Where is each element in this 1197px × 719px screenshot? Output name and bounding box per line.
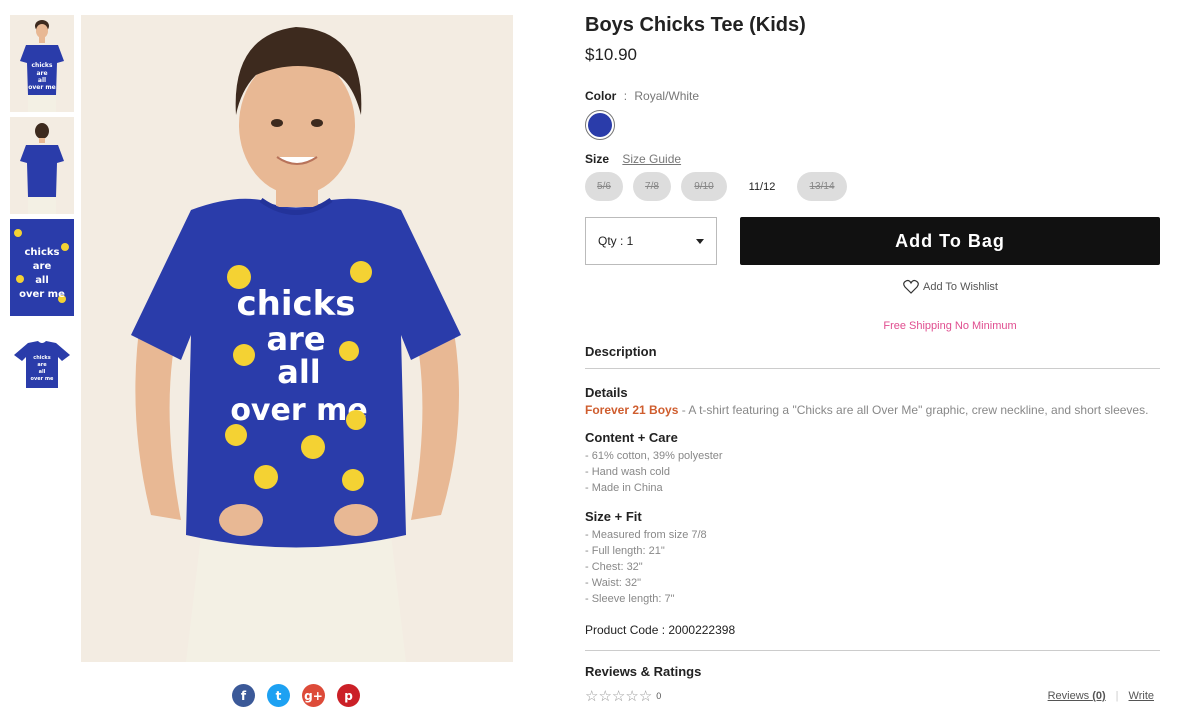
product-price: $10.90 (585, 45, 637, 64)
svg-text:chicks: chicks (33, 355, 51, 361)
star-icon: ☆ (598, 688, 612, 705)
details-title: Details (585, 385, 628, 400)
swatch-fill (588, 113, 612, 137)
details-text: Forever 21 Boys - A t-shirt featuring a … (585, 403, 1160, 417)
color-label: Color (585, 89, 617, 103)
svg-text:all: all (39, 369, 46, 375)
quantity-select[interactable]: Qty : 1 (585, 217, 717, 265)
color-selector: Color : Royal/White (585, 89, 1160, 140)
star-icon: ☆ (638, 688, 653, 705)
svg-text:over me: over me (19, 289, 65, 300)
star-icon: ☆ (611, 688, 626, 705)
quantity-label: Qty : 1 (598, 234, 634, 248)
purchase-row: Qty : 1 Add To Bag (585, 217, 1160, 265)
size-guide-link[interactable]: Size Guide (622, 152, 681, 166)
star-icon: ☆ (585, 688, 599, 705)
thumbnail-flat-lay[interactable]: chicks are all over me (10, 333, 74, 393)
size-option-9-10[interactable]: 9/10 (681, 172, 727, 201)
pinterest-icon[interactable]: p (337, 684, 360, 707)
size-fit-title: Size + Fit (585, 509, 642, 524)
product-title: Boys Chicks Tee (Kids) (585, 14, 806, 36)
content-care-list: - 61% cotton, 39% polyester - Hand wash … (585, 448, 1160, 496)
add-to-bag-button[interactable]: Add To Bag (740, 217, 1160, 265)
google-plus-icon[interactable]: g+ (302, 684, 325, 707)
color-swatch-royal-white[interactable] (585, 110, 615, 140)
reviews-row: ☆ ☆ ☆ ☆ ☆ 0 Reviews (0) | Write (585, 687, 1160, 705)
list-item: - 61% cotton, 39% polyester (585, 450, 723, 462)
review-links: Reviews (0) | Write (1048, 690, 1154, 702)
graphic-line-3: all (277, 353, 321, 391)
reviews-link[interactable]: Reviews (0) (1048, 690, 1106, 702)
facebook-icon[interactable]: f (232, 684, 255, 707)
thumbnail-front[interactable]: chicks are all over me (10, 15, 74, 112)
svg-text:over me: over me (28, 84, 55, 91)
svg-text:over me: over me (31, 376, 55, 382)
free-shipping-notice: Free Shipping No Minimum (883, 320, 1017, 332)
list-item: - Full length: 21" (585, 545, 665, 557)
reviews-count: (0) (1092, 690, 1106, 702)
star-icon: ☆ (625, 688, 639, 705)
rating-count: 0 (656, 691, 662, 701)
product-info-panel: Boys Chicks Tee (Kids) $10.90 Color : Ro… (585, 14, 1160, 705)
twitter-icon[interactable]: t (267, 684, 290, 707)
product-code: Product Code : 2000222398 (585, 623, 1160, 651)
size-option-13-14[interactable]: 13/14 (797, 172, 847, 201)
brand-name: Forever 21 Boys (585, 403, 679, 417)
product-photo-illustration: chicks are all over me (81, 15, 513, 662)
svg-text:chicks: chicks (31, 62, 52, 69)
chevron-down-icon (696, 238, 704, 244)
list-item: - Sleeve length: 7" (585, 593, 675, 605)
write-review-link[interactable]: Write (1129, 690, 1154, 702)
reviews-heading: Reviews & Ratings (585, 664, 702, 679)
svg-text:are: are (36, 70, 47, 77)
size-selector: Size Size Guide 5/6 7/8 9/10 11/12 13/14 (585, 152, 1160, 201)
list-item: - Made in China (585, 482, 663, 494)
svg-text:are: are (33, 261, 52, 272)
reviews-link-label: Reviews (1047, 690, 1093, 702)
list-item: - Measured from size 7/8 (585, 529, 707, 541)
svg-text:chicks: chicks (24, 247, 59, 258)
heart-icon (903, 279, 919, 294)
size-option-7-8[interactable]: 7/8 (633, 172, 671, 201)
description-heading: Description (585, 344, 1160, 369)
social-share-bar: f t g+ p (232, 684, 360, 707)
graphic-line-1: chicks (236, 284, 355, 324)
star-rating: ☆ ☆ ☆ ☆ ☆ 0 (585, 687, 661, 705)
size-option-5-6[interactable]: 5/6 (585, 172, 623, 201)
size-fit-list: - Measured from size 7/8 - Full length: … (585, 527, 1160, 607)
svg-text:all: all (35, 275, 49, 286)
thumbnail-graphic-detail[interactable]: chicks are all over me (10, 219, 74, 316)
svg-text:all: all (38, 77, 46, 84)
wishlist-label: Add To Wishlist (923, 280, 998, 293)
color-separator: : (623, 89, 628, 103)
add-to-wishlist-link[interactable]: Add To Wishlist (903, 279, 1160, 294)
size-label: Size (585, 152, 610, 166)
list-item: - Waist: 32" (585, 577, 642, 589)
thumbnail-back[interactable] (10, 117, 74, 214)
main-product-image[interactable]: chicks are all over me (81, 15, 513, 662)
thumbnail-strip: chicks are all over me chicks are all ov… (10, 15, 74, 398)
content-care-title: Content + Care (585, 430, 678, 445)
divider: | (1115, 690, 1119, 702)
color-value: Royal/White (634, 89, 700, 103)
list-item: - Hand wash cold (585, 466, 670, 478)
size-options: 5/6 7/8 9/10 11/12 13/14 (585, 172, 1160, 201)
list-item: - Chest: 32" (585, 561, 643, 573)
size-option-11-12[interactable]: 11/12 (737, 172, 787, 201)
svg-text:are: are (37, 362, 47, 368)
details-body: - A t-shirt featuring a "Chicks are all … (678, 403, 1149, 417)
